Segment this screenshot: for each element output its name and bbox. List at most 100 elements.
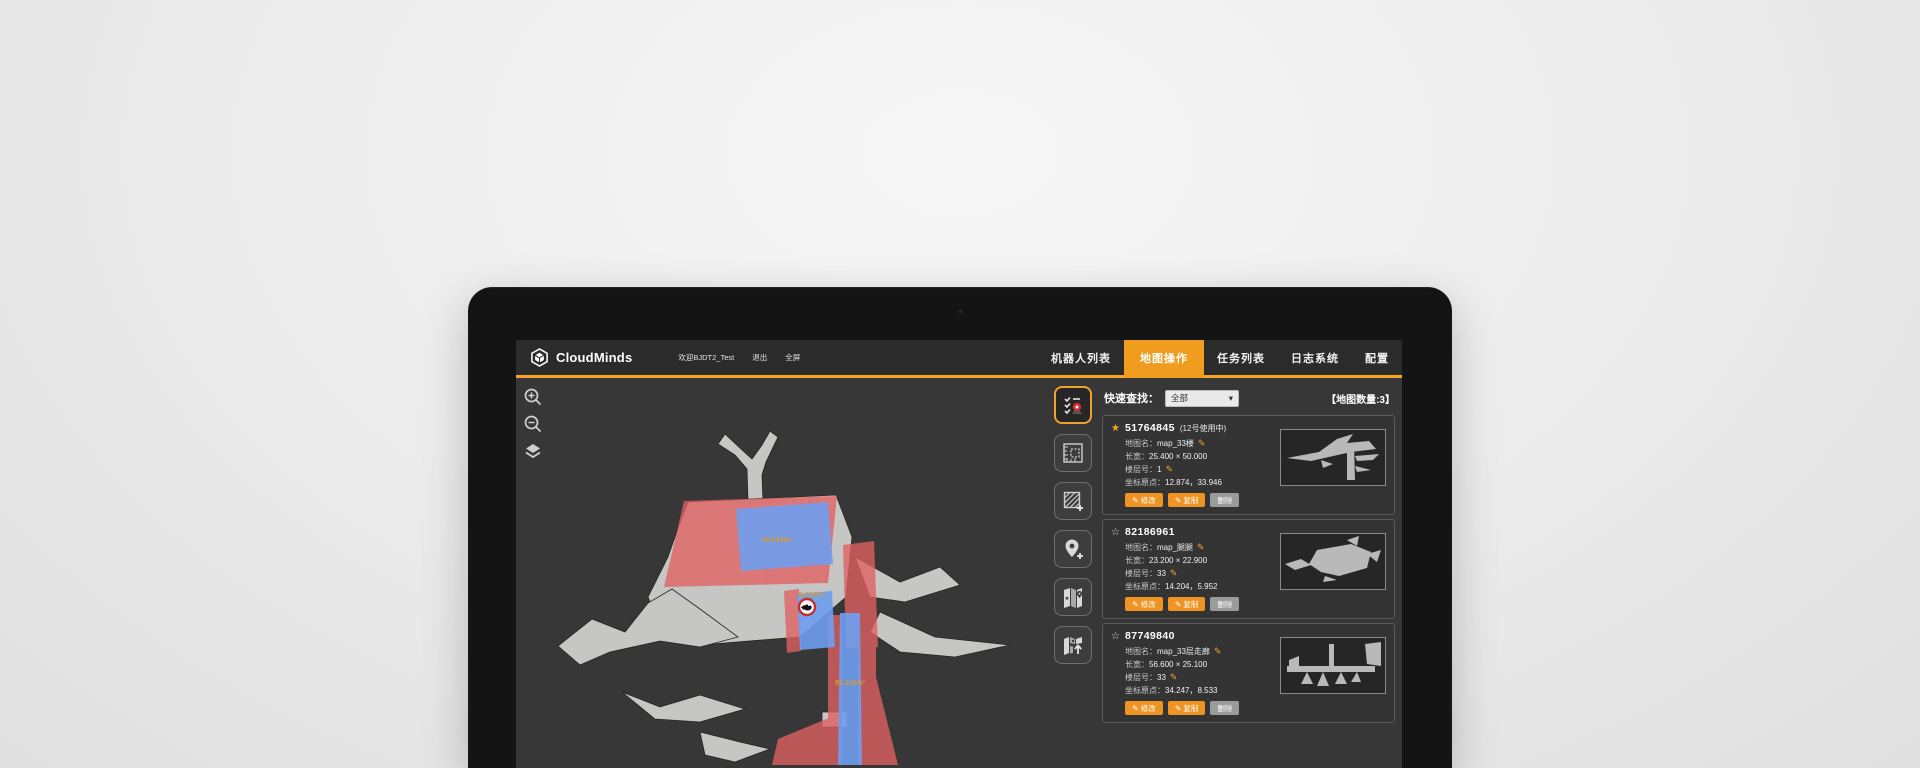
map-floor-blobs (558, 431, 1010, 762)
field-label-floor: 楼层号： (1125, 464, 1157, 475)
upload-map-icon (1061, 633, 1085, 657)
area-label-3: 80.215m² (835, 680, 866, 687)
map-card: ☆ 82186961 地图名：map_腿腿✎ 长宽：23.200 × 22.90… (1102, 519, 1395, 619)
pencil-icon: ✎ (1132, 600, 1139, 609)
modify-button[interactable]: ✎修改 (1125, 701, 1163, 715)
content: 40.519m² 8.614m² 80.215m² (516, 378, 1402, 765)
edit-floor-icon[interactable]: ✎ (1170, 569, 1178, 578)
quick-find-row: 快速查找： 全部 ▾ 【地图数量:3】 (1104, 388, 1395, 408)
copy-button[interactable]: ✎复制 (1168, 493, 1206, 507)
map-name: map_33楼 (1157, 438, 1194, 449)
pencil-icon: ✎ (1175, 600, 1182, 609)
map-card-list: ★ 51764845 (12号使用中) 地图名：map_33楼✎ 长宽：25.4… (1102, 415, 1395, 727)
webcam-dot (958, 309, 963, 314)
field-label-origin: 坐标原点： (1125, 477, 1165, 488)
map-status: (12号使用中) (1180, 423, 1226, 434)
map-marker-tool-button[interactable] (1054, 578, 1092, 616)
map-floor: 33 (1157, 673, 1166, 682)
fullscreen-link[interactable]: 全屏 (785, 352, 800, 363)
modify-button[interactable]: ✎修改 (1125, 493, 1163, 507)
field-label-name: 地图名： (1125, 646, 1157, 657)
upload-map-tool-button[interactable] (1054, 626, 1092, 664)
field-label-name: 地图名： (1125, 438, 1157, 449)
map-size: 25.400 × 50.000 (1149, 452, 1207, 461)
quick-find-label: 快速查找： (1104, 390, 1159, 406)
zoom-out-button[interactable] (523, 414, 543, 434)
map-origin: 14.204，5.952 (1165, 581, 1218, 592)
edit-floor-icon[interactable]: ✎ (1170, 673, 1178, 682)
quick-find-value: 全部 (1171, 392, 1188, 404)
map-origin: 12.874，33.946 (1165, 477, 1222, 488)
map-origin: 34.247，8.533 (1165, 685, 1218, 696)
map-card: ☆ 87749840 地图名：map_33层走廊 ✎ 长宽：56.600 × 25… (1102, 623, 1395, 723)
map-thumbnail[interactable] (1280, 429, 1386, 486)
copy-button[interactable]: ✎复制 (1168, 597, 1206, 611)
quick-find-select[interactable]: 全部 ▾ (1165, 390, 1239, 407)
app-screen: CloudMinds 欢迎BJDT2_Test 退出 全屏 机器人列表 地图操作… (516, 340, 1402, 768)
edit-name-icon[interactable]: ✎ (1214, 647, 1222, 656)
menu-item-log-system[interactable]: 日志系统 (1278, 340, 1352, 378)
map-thumbnail[interactable] (1280, 533, 1386, 590)
menu-item-config[interactable]: 配置 (1352, 340, 1402, 378)
logout-link[interactable]: 退出 (752, 352, 767, 363)
field-label-name: 地图名： (1125, 542, 1157, 553)
map-size: 23.200 × 22.900 (1149, 556, 1207, 565)
pencil-icon: ✎ (1132, 496, 1139, 505)
favorite-star-icon[interactable]: ★ (1111, 423, 1120, 434)
add-area-tool-button[interactable] (1054, 482, 1092, 520)
layers-button[interactable] (523, 441, 543, 461)
menu-item-map-ops[interactable]: 地图操作 (1124, 340, 1204, 378)
favorite-star-icon[interactable]: ☆ (1111, 631, 1120, 642)
modify-button[interactable]: ✎修改 (1125, 597, 1163, 611)
map-id: 87749840 (1125, 630, 1175, 642)
point-list-icon (1061, 393, 1085, 417)
brand-name: CloudMinds (556, 350, 632, 365)
navbar: CloudMinds 欢迎BJDT2_Test 退出 全屏 机器人列表 地图操作… (516, 340, 1402, 378)
measure-map-icon (1061, 441, 1085, 465)
area-label-1: 40.519m² (762, 537, 793, 544)
area-label-2: 8.614m² (799, 592, 826, 599)
map-floor: 33 (1157, 569, 1166, 578)
robot-position-marker[interactable] (799, 599, 815, 615)
add-point-tool-button[interactable] (1054, 530, 1092, 568)
copy-button[interactable]: ✎复制 (1168, 701, 1206, 715)
map-canvas[interactable]: 40.519m² 8.614m² 80.215m² (516, 378, 1086, 765)
zoom-in-button[interactable] (523, 387, 543, 407)
map-count-badge: 【地图数量:3】 (1326, 391, 1395, 406)
field-label-floor: 楼层号： (1125, 672, 1157, 683)
delete-button[interactable]: 删除 (1210, 597, 1239, 611)
field-label-size: 长宽： (1125, 659, 1149, 670)
add-area-icon (1061, 489, 1085, 513)
cloudminds-logo-icon (530, 348, 549, 367)
map-size: 56.600 × 25.100 (1149, 660, 1207, 669)
add-point-icon (1061, 537, 1085, 561)
pencil-icon: ✎ (1175, 704, 1182, 713)
map-name: map_33层走廊 (1157, 646, 1210, 657)
point-list-tool-button[interactable] (1054, 386, 1092, 424)
field-label-origin: 坐标原点： (1125, 581, 1165, 592)
measure-tool-button[interactable] (1054, 434, 1092, 472)
delete-button[interactable]: 删除 (1210, 701, 1239, 715)
map-controls (523, 387, 543, 461)
edit-name-icon[interactable]: ✎ (1197, 543, 1205, 552)
map-card: ★ 51764845 (12号使用中) 地图名：map_33楼✎ 长宽：25.4… (1102, 415, 1395, 515)
field-label-size: 长宽： (1125, 451, 1149, 462)
welcome-text: 欢迎BJDT2_Test (678, 352, 734, 363)
map-thumbnail[interactable] (1280, 637, 1386, 694)
map-name: map_腿腿 (1157, 542, 1193, 553)
map-id: 82186961 (1125, 526, 1175, 538)
brand: CloudMinds (530, 348, 632, 367)
delete-button[interactable]: 删除 (1210, 493, 1239, 507)
main-menu: 机器人列表 地图操作 任务列表 日志系统 配置 (1038, 340, 1402, 378)
field-label-origin: 坐标原点： (1125, 685, 1165, 696)
menu-item-task-list[interactable]: 任务列表 (1204, 340, 1278, 378)
favorite-star-icon[interactable]: ☆ (1111, 527, 1120, 538)
pencil-icon: ✎ (1175, 496, 1182, 505)
edit-floor-icon[interactable]: ✎ (1165, 465, 1173, 474)
field-label-floor: 楼层号： (1125, 568, 1157, 579)
folded-map-pin-icon (1061, 585, 1085, 609)
chevron-down-icon: ▾ (1229, 393, 1233, 404)
menu-item-robot-list[interactable]: 机器人列表 (1038, 340, 1124, 378)
edit-name-icon[interactable]: ✎ (1198, 439, 1206, 448)
pencil-icon: ✎ (1132, 704, 1139, 713)
